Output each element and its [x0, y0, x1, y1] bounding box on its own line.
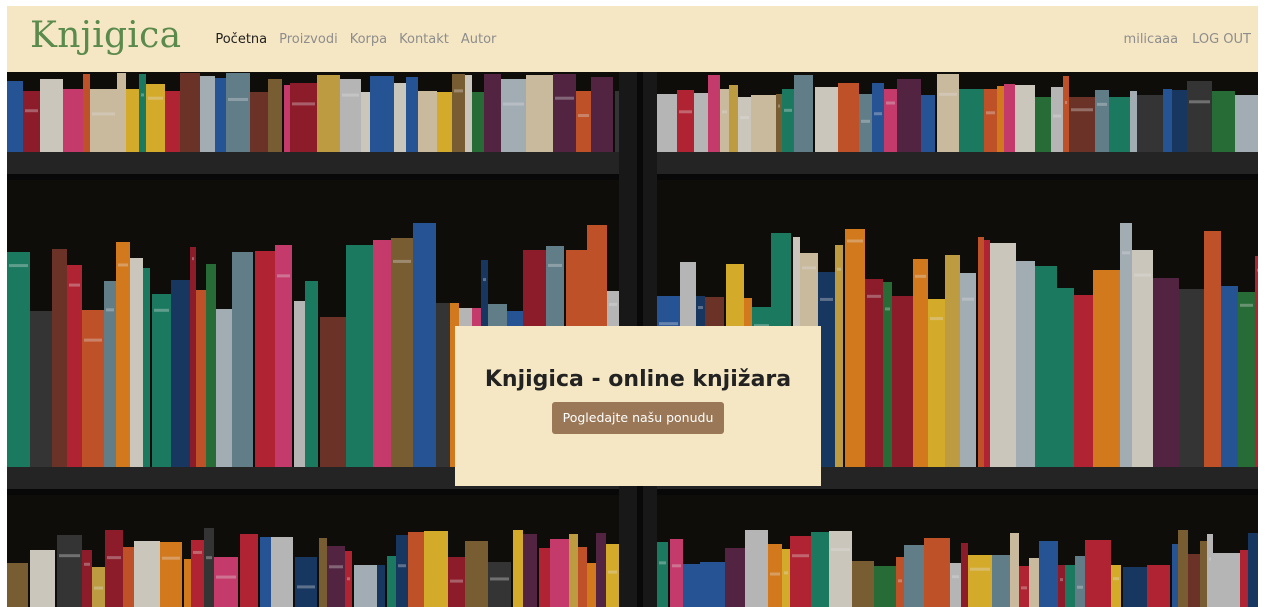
nav-link-korpa[interactable]: Korpa — [350, 32, 387, 47]
brand-logo[interactable]: Knjigica — [30, 15, 181, 56]
nav-link-kontakt[interactable]: Kontakt — [399, 32, 449, 47]
nav-link-autor[interactable]: Autor — [461, 32, 497, 47]
nav-links: Početna Proizvodi Korpa Kontakt Autor — [215, 32, 508, 47]
hero-card: Knjigica - online knjižara Pogledajte na… — [455, 326, 821, 486]
hero-title: Knjigica - online knjižara — [484, 367, 792, 392]
view-offer-button[interactable]: Pogledajte našu ponudu — [551, 402, 725, 434]
nav-link-pocetna[interactable]: Početna — [215, 32, 267, 47]
nav-username[interactable]: milicaaa — [1124, 32, 1179, 47]
logout-link[interactable]: LOG OUT — [1192, 32, 1251, 47]
page-frame: Knjigica Početna Proizvodi Korpa Kontakt… — [7, 6, 1258, 607]
nav-user-area: milicaaa LOG OUT — [1110, 6, 1251, 72]
nav-link-proizvodi[interactable]: Proizvodi — [279, 32, 338, 47]
top-navbar: Knjigica Početna Proizvodi Korpa Kontakt… — [7, 6, 1258, 72]
hero-section: Knjigica - online knjižara Pogledajte na… — [7, 72, 1258, 607]
